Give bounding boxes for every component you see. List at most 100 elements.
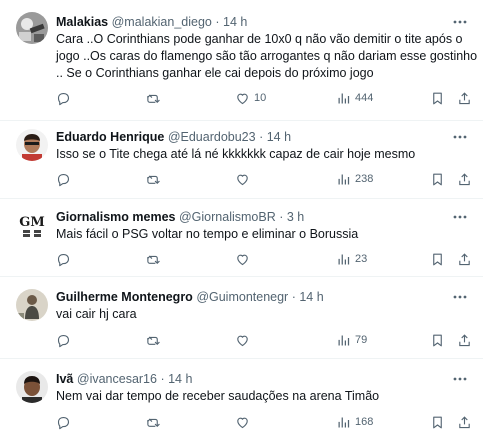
avatar[interactable] [16, 289, 48, 321]
more-icon[interactable] [451, 128, 469, 146]
author-name[interactable]: Ivã [56, 372, 73, 386]
tweet-text: Nem vai dar tempo de receber saudações n… [56, 388, 471, 405]
timestamp[interactable]: 14 h [223, 15, 247, 29]
tweet-text-line: Isso se o Tite chega até lá né kkkkkkk c… [56, 147, 416, 161]
bookmark-button[interactable] [430, 88, 445, 108]
author-handle[interactable]: @malakian_diego [112, 15, 212, 29]
views-button[interactable]: 168 [336, 412, 373, 432]
tweet-actions: 79 [52, 330, 477, 350]
separator: · [279, 210, 284, 224]
tweet-actions: 23 [52, 249, 477, 269]
bookmark-icon [433, 92, 442, 104]
views-count: 23 [355, 253, 368, 265]
tweet-text-line: Nem vai dar tempo de receber saudações n… [56, 389, 380, 403]
views-count: 444 [355, 92, 374, 104]
retweet-button[interactable] [146, 330, 161, 350]
timestamp[interactable]: 14 h [299, 290, 323, 304]
views-button[interactable]: 79 [336, 330, 367, 350]
author-name[interactable]: Malakias [56, 15, 108, 29]
like-icon [237, 254, 248, 265]
avatar-logo-text: GM [19, 215, 45, 230]
views-button[interactable]: 23 [336, 249, 367, 269]
retweet-button[interactable] [146, 88, 161, 108]
retweet-icon [147, 336, 160, 345]
timestamp[interactable]: 14 h [267, 130, 291, 144]
like-button[interactable] [235, 249, 254, 269]
tweet-actions: 168 [52, 412, 477, 432]
tweet[interactable]: Ivã @ivancesar16 · 14 h Nem vai dar temp… [0, 359, 483, 443]
bookmark-button[interactable] [430, 249, 445, 269]
tweet[interactable]: Guilherme Montenegro @Guimontenegr · 14 … [0, 277, 483, 359]
reply-icon [57, 416, 70, 429]
reply-button[interactable] [56, 249, 71, 269]
avatar[interactable] [16, 129, 48, 161]
bookmark-icon [433, 173, 442, 185]
views-icon [338, 417, 350, 427]
retweet-icon [147, 175, 160, 184]
author-name[interactable]: Giornalismo memes [56, 210, 176, 224]
author-handle[interactable]: @GiornalismoBR [179, 210, 276, 224]
reply-button[interactable] [56, 412, 71, 432]
reply-icon [57, 92, 70, 105]
avatar[interactable] [16, 371, 48, 403]
tweet-actions: 10 444 [52, 88, 477, 108]
bookmark-button[interactable] [430, 169, 445, 189]
tweet-text-line: .. Se o Corinthians ganhar ele cai depoi… [56, 66, 374, 80]
like-button[interactable] [235, 412, 254, 432]
timestamp[interactable]: 14 h [168, 372, 192, 386]
like-button[interactable] [235, 169, 254, 189]
share-button[interactable] [457, 169, 472, 189]
reply-button[interactable] [56, 88, 71, 108]
share-icon [459, 91, 470, 104]
separator: · [215, 15, 220, 29]
tweet-actions: 238 [52, 169, 477, 189]
like-icon [237, 93, 248, 104]
more-icon[interactable] [451, 208, 469, 226]
reply-icon [57, 173, 70, 186]
like-button[interactable]: 10 [235, 88, 266, 108]
retweet-button[interactable] [146, 249, 161, 269]
author-handle[interactable]: @Eduardobu23 [168, 130, 256, 144]
retweet-icon [147, 255, 160, 264]
share-button[interactable] [457, 249, 472, 269]
retweet-icon [147, 94, 160, 103]
like-button[interactable] [235, 330, 254, 350]
avatar[interactable]: GM [16, 209, 48, 241]
tweet-text: vai cair hj cara [56, 306, 471, 323]
reply-button[interactable] [56, 169, 71, 189]
views-count: 238 [355, 173, 374, 185]
separator: · [259, 130, 264, 144]
author-name[interactable]: Eduardo Henrique [56, 130, 164, 144]
bookmark-button[interactable] [430, 412, 445, 432]
views-icon [338, 254, 350, 264]
tweet[interactable]: GM Giornalismo memes @GiornalismoBR · 3 … [0, 199, 483, 277]
like-icon [237, 174, 248, 185]
like-count: 10 [254, 92, 267, 104]
reply-button[interactable] [56, 330, 71, 350]
tweet[interactable]: Malakias @malakian_diego · 14 h Cara ..O… [0, 0, 483, 121]
views-button[interactable]: 444 [336, 88, 373, 108]
tweet-text: Cara ..O Corinthians pode ganhar de 10x0… [56, 31, 477, 82]
more-icon[interactable] [451, 288, 469, 306]
avatar[interactable] [16, 12, 48, 44]
share-icon [459, 333, 470, 346]
retweet-icon [147, 418, 160, 427]
tweet[interactable]: Eduardo Henrique @Eduardobu23 · 14 h Iss… [0, 121, 483, 199]
more-icon[interactable] [451, 13, 469, 31]
retweet-button[interactable] [146, 169, 161, 189]
bookmark-icon [433, 416, 442, 428]
more-icon[interactable] [451, 370, 469, 388]
share-button[interactable] [457, 412, 472, 432]
share-button[interactable] [457, 330, 472, 350]
author-handle[interactable]: @Guimontenegr [196, 290, 288, 304]
views-count: 168 [355, 416, 374, 428]
views-button[interactable]: 238 [336, 169, 373, 189]
author-name[interactable]: Guilherme Montenegro [56, 290, 193, 304]
share-button[interactable] [457, 88, 472, 108]
tweet-text: Isso se o Tite chega até lá né kkkkkkk c… [56, 146, 471, 163]
share-icon [459, 252, 470, 265]
timestamp[interactable]: 3 h [287, 210, 304, 224]
bookmark-button[interactable] [430, 330, 445, 350]
author-handle[interactable]: @ivancesar16 [77, 372, 157, 386]
retweet-button[interactable] [146, 412, 161, 432]
